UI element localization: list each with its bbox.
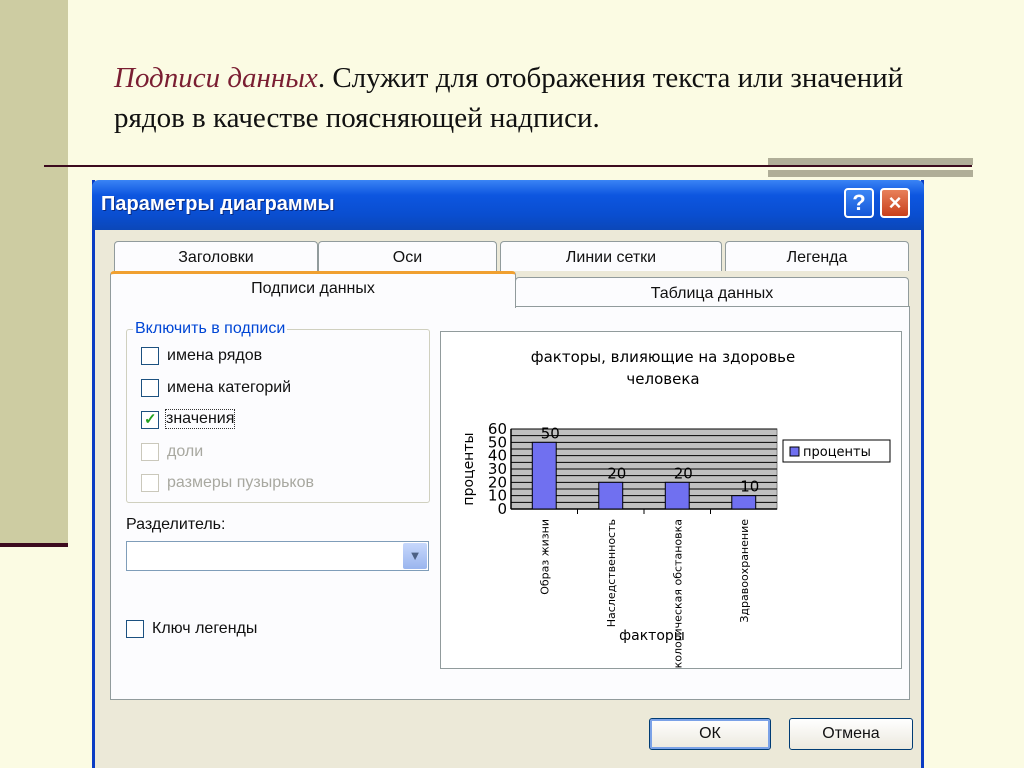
bubble-sizes-label: размеры пузырьков xyxy=(167,474,315,491)
tab-label: Линии сетки xyxy=(565,249,657,266)
tab-data-table[interactable]: Таблица данных xyxy=(515,277,909,307)
tab-label: Заголовки xyxy=(178,249,254,266)
percentages-label: доли xyxy=(167,443,204,460)
series-names-label: имена рядов xyxy=(167,347,263,364)
separator-select[interactable]: ▼ xyxy=(126,541,429,571)
category-names-label: имена категорий xyxy=(167,379,292,396)
category-label: Экологическая обстановка xyxy=(671,519,684,668)
legend-entry: проценты xyxy=(803,445,871,460)
data-label: 20 xyxy=(607,464,626,482)
chevron-down-icon[interactable]: ▼ xyxy=(403,543,427,569)
bar xyxy=(598,481,624,510)
group-title: Включить в подписи xyxy=(133,320,288,338)
category-names-checkbox[interactable] xyxy=(141,379,159,397)
dialog-titlebar[interactable]: Параметры диаграммы ? × xyxy=(92,180,924,230)
bar xyxy=(531,441,557,510)
help-button[interactable]: ? xyxy=(844,188,874,218)
slide-top-divider xyxy=(44,165,972,167)
slide-heading-term: Подписи данных xyxy=(114,62,318,94)
category-label: Здравоохранение xyxy=(738,519,751,623)
chart-title-line1: факторы, влияющие на здоровье xyxy=(531,348,796,366)
chart-svg: факторы, влияющие на здоровье человека 0… xyxy=(461,348,891,676)
checkmark-icon: ✓ xyxy=(144,411,157,428)
cancel-label: Отмена xyxy=(822,725,880,742)
values-label: значения xyxy=(164,409,236,429)
slide-heading: Подписи данных. Служит для отображения т… xyxy=(114,58,934,138)
chart-preview: факторы, влияющие на здоровье человека 0… xyxy=(440,331,902,676)
bar xyxy=(731,495,757,510)
series-names-checkbox[interactable] xyxy=(141,347,159,365)
category-label: Наследственность xyxy=(605,519,618,627)
slide-deco-bar xyxy=(768,170,973,177)
tab-label: Легенда xyxy=(786,249,848,266)
ok-button[interactable]: ОК xyxy=(649,718,771,750)
separator-label: Разделитель: xyxy=(126,516,226,533)
tab-label: Подписи данных xyxy=(251,280,375,297)
values-checkbox[interactable]: ✓ xyxy=(141,411,159,429)
data-label: 10 xyxy=(740,478,759,496)
category-label: Образ жизни xyxy=(538,519,551,595)
legend-key-label: Ключ легенды xyxy=(152,620,258,637)
cancel-button[interactable]: Отмена xyxy=(789,718,913,750)
chart-legend: проценты xyxy=(782,439,891,463)
tab-label: Оси xyxy=(392,249,423,266)
tab-axes[interactable]: Оси xyxy=(318,241,497,271)
data-label: 50 xyxy=(541,424,560,442)
help-icon: ? xyxy=(852,190,866,215)
close-button[interactable]: × xyxy=(880,188,910,218)
chart-title-line2: человека xyxy=(626,370,699,388)
legend-key-checkbox[interactable] xyxy=(126,620,144,638)
tab-legend[interactable]: Легенда xyxy=(725,241,909,271)
tab-gridlines[interactable]: Линии сетки xyxy=(500,241,722,271)
dialog-title: Параметры диаграммы xyxy=(101,193,335,215)
slide-deco-bar xyxy=(768,158,973,165)
ok-label: ОК xyxy=(699,725,721,742)
y-tick-label: 60 xyxy=(488,420,507,438)
chart-options-dialog: Параметры диаграммы ? × Заголовки Оси Ли… xyxy=(92,180,924,768)
close-icon: × xyxy=(888,190,902,215)
y-axis-title: проценты xyxy=(461,432,477,505)
slide-side-divider xyxy=(0,543,68,547)
bubble-sizes-checkbox[interactable] xyxy=(141,474,159,492)
tab-data-labels[interactable]: Подписи данных xyxy=(110,271,516,308)
percentages-checkbox[interactable] xyxy=(141,443,159,461)
tab-titles[interactable]: Заголовки xyxy=(114,241,318,271)
x-axis-title: факторы xyxy=(619,628,685,644)
slide-side-band xyxy=(0,0,68,546)
legend-swatch xyxy=(789,446,800,457)
data-label: 20 xyxy=(674,464,693,482)
bar xyxy=(664,481,690,510)
tab-label: Таблица данных xyxy=(650,285,774,302)
